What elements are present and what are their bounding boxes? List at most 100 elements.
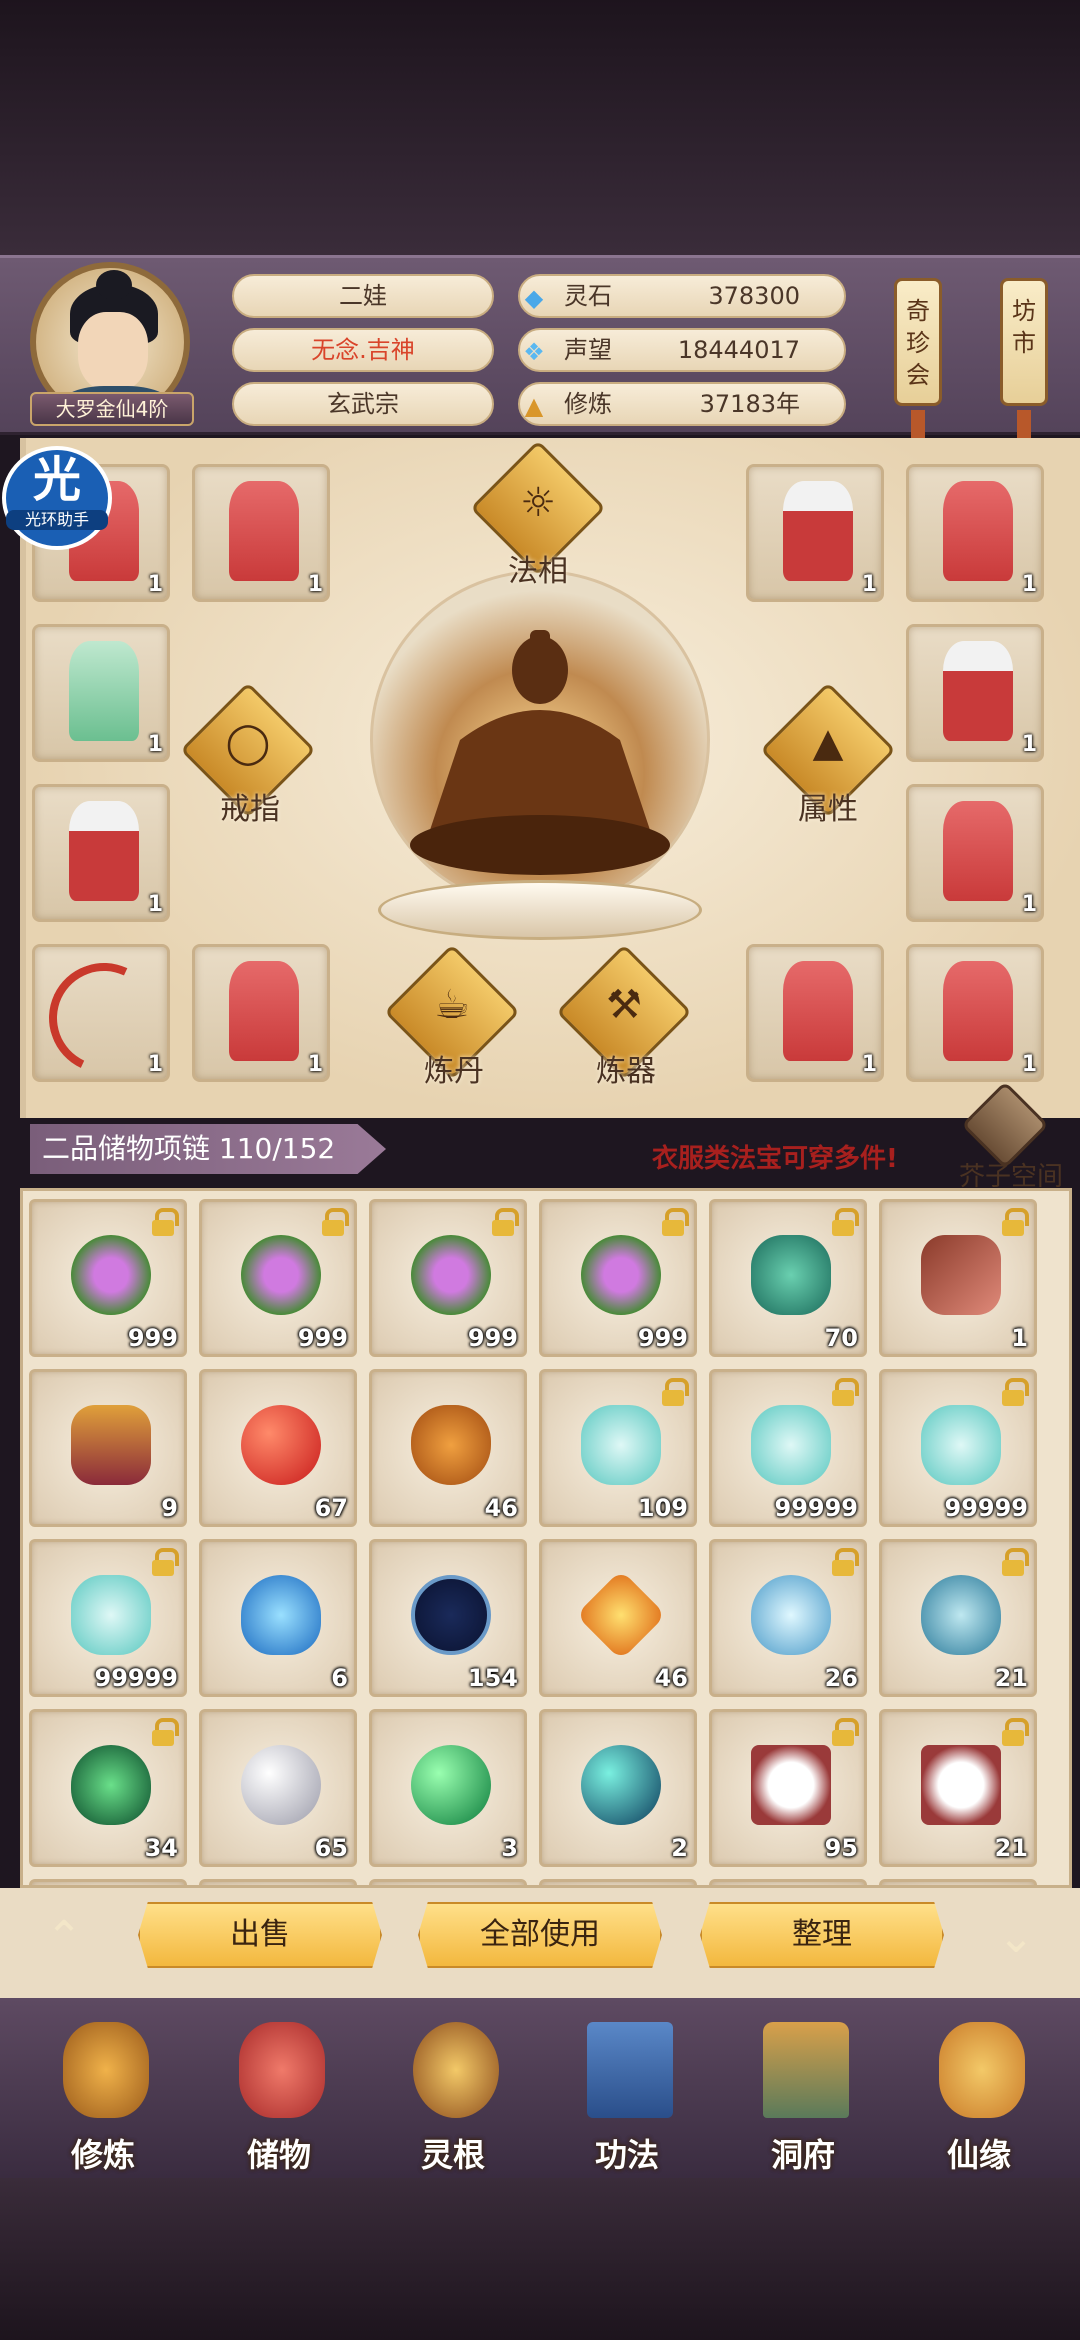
- equip-slot[interactable]: 1: [746, 464, 884, 602]
- rice-tray-icon: [746, 1740, 836, 1830]
- action-bar: ⌃ 出售 全部使用 整理 ⌄: [0, 1888, 1080, 1998]
- inventory-slot[interactable]: 999: [539, 1199, 697, 1357]
- equip-slot[interactable]: 1: [746, 944, 884, 1082]
- rank-badge: 大罗金仙4阶: [30, 392, 194, 426]
- item-quantity: 21: [994, 1664, 1028, 1692]
- inventory-slot[interactable]: 46: [539, 1539, 697, 1697]
- inventory-slot[interactable]: 6: [199, 1539, 357, 1697]
- inventory-slot[interactable]: 99999: [29, 1539, 187, 1697]
- mustard-space-button[interactable]: 芥子空间: [946, 1081, 1076, 1192]
- storage-tab[interactable]: 二品储物项链 110/152: [30, 1124, 386, 1174]
- gourd-shape: [411, 1405, 491, 1485]
- item-quantity: 67: [314, 1494, 348, 1522]
- inventory-slot[interactable]: 99999: [709, 1369, 867, 1527]
- inventory-slot[interactable]: 9: [29, 1369, 187, 1527]
- player-sect[interactable]: 玄武宗: [232, 382, 494, 426]
- item-quantity: 99999: [94, 1664, 179, 1692]
- potion-bottle-shape: [751, 1405, 831, 1485]
- inventory-slot[interactable]: [199, 1879, 357, 1885]
- market-tag[interactable]: 坊市: [1000, 278, 1048, 406]
- tag-label: 奇珍会: [906, 297, 930, 389]
- inventory-slot[interactable]: 999: [29, 1199, 187, 1357]
- resource-cultivation: ▲ 修炼 37183年: [518, 382, 846, 426]
- equip-slot[interactable]: 1: [192, 464, 330, 602]
- resource-value: 37183年: [699, 390, 800, 418]
- inventory-slot[interactable]: 3: [369, 1709, 527, 1867]
- red-orb-icon: [236, 1400, 326, 1490]
- nav-label: 修炼: [70, 2136, 135, 2174]
- inventory-slot[interactable]: [369, 1879, 527, 1885]
- nav-storage[interactable]: 储物: [204, 1998, 354, 2178]
- equip-slot[interactable]: 1: [32, 784, 170, 922]
- gourd-icon: [406, 1400, 496, 1490]
- inventory-slot[interactable]: 26: [709, 1539, 867, 1697]
- nav-cultivate[interactable]: 修炼: [28, 1998, 178, 2178]
- inventory-slot[interactable]: 95: [709, 1709, 867, 1867]
- item-quantity: 6: [331, 1664, 348, 1692]
- item-quantity: 1: [1011, 1324, 1028, 1352]
- equip-slot[interactable]: 1: [906, 784, 1044, 922]
- rice-tray-shape: [921, 1745, 1001, 1825]
- inventory-slot[interactable]: [29, 1879, 187, 1885]
- sort-button[interactable]: 整理: [700, 1902, 944, 1968]
- inventory-slot[interactable]: 109: [539, 1369, 697, 1527]
- robe-icon: [943, 481, 1013, 581]
- nav-cave[interactable]: 洞府: [728, 1998, 878, 2178]
- star-disc-icon: [406, 1570, 496, 1660]
- inventory-slot[interactable]: 46: [369, 1369, 527, 1527]
- inventory-slot[interactable]: 99999: [879, 1369, 1037, 1527]
- player-title[interactable]: 无念.吉神: [232, 328, 494, 372]
- item-quantity: 70: [824, 1324, 858, 1352]
- use-all-button[interactable]: 全部使用: [418, 1902, 662, 1968]
- inventory-slot[interactable]: 999: [369, 1199, 527, 1357]
- red-branch-icon: [916, 1230, 1006, 1320]
- ice-egg-shape: [751, 1575, 831, 1655]
- inventory-slot[interactable]: [709, 1879, 867, 1885]
- item-quantity: 2: [671, 1834, 688, 1862]
- equip-slot[interactable]: 1: [32, 944, 175, 1089]
- badge-char: 光: [32, 452, 81, 508]
- nav-skills[interactable]: 功法: [552, 1998, 702, 2178]
- inventory-slot[interactable]: 2: [539, 1709, 697, 1867]
- equip-slot[interactable]: 1: [32, 624, 170, 762]
- lock-icon: [830, 1378, 859, 1406]
- treasure-fair-tag[interactable]: 奇珍会: [894, 278, 942, 406]
- inventory-slot[interactable]: 21: [879, 1709, 1037, 1867]
- inventory-slot[interactable]: 65: [199, 1709, 357, 1867]
- resource-spirit-stone: ◆ 灵石 378300: [518, 274, 846, 318]
- overlay-assistant-badge[interactable]: 光 光环助手: [2, 446, 112, 550]
- item-quantity: 1: [1021, 732, 1037, 757]
- nav-spirit-root[interactable]: 灵根: [378, 1998, 528, 2178]
- inventory-slot[interactable]: 67: [199, 1369, 357, 1527]
- item-quantity: 1: [1021, 1052, 1037, 1077]
- inventory-slot[interactable]: [879, 1879, 1037, 1885]
- item-quantity: 1: [147, 732, 163, 757]
- ice-egg-icon: [746, 1570, 836, 1660]
- robe-icon: [943, 961, 1013, 1061]
- spirit-root-icon: [413, 2022, 499, 2118]
- inventory-slot[interactable]: 154: [369, 1539, 527, 1697]
- item-quantity: 1: [861, 572, 877, 597]
- nav-fate[interactable]: 仙缘: [904, 1998, 1054, 2178]
- inventory-slot[interactable]: 34: [29, 1709, 187, 1867]
- inventory-slot[interactable]: 999: [199, 1199, 357, 1357]
- inventory-slot[interactable]: 1: [879, 1199, 1037, 1357]
- inventory-slot[interactable]: [539, 1879, 697, 1885]
- lock-icon: [660, 1208, 689, 1236]
- scroll-down-icon[interactable]: ⌄: [986, 1916, 1046, 1960]
- crystal-egg-shape: [921, 1575, 1001, 1655]
- inventory-slot[interactable]: 21: [879, 1539, 1037, 1697]
- inventory-slot[interactable]: 70: [709, 1199, 867, 1357]
- equip-slot[interactable]: 1: [906, 464, 1044, 602]
- scroll-up-icon[interactable]: ⌃: [34, 1916, 94, 1960]
- item-quantity: 1: [147, 1052, 163, 1077]
- purple-herb-shape: [411, 1235, 491, 1315]
- equip-slot[interactable]: 1: [906, 944, 1044, 1082]
- equip-slot[interactable]: 1: [906, 624, 1044, 762]
- scroll-drum-icon: [66, 1400, 156, 1490]
- potion-bottle-shape: [921, 1405, 1001, 1485]
- potion-bottle-icon: [746, 1400, 836, 1490]
- sell-button[interactable]: 出售: [138, 1902, 382, 1968]
- equip-slot[interactable]: 1: [192, 944, 330, 1082]
- nav-label: 储物: [246, 2136, 311, 2174]
